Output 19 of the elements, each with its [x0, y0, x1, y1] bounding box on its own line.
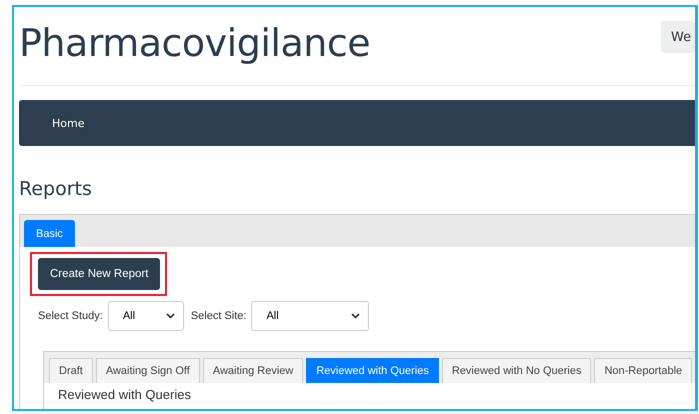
- panel-tab[interactable]: Basic: [24, 220, 75, 247]
- app-title: Pharmacovigilance: [19, 21, 370, 65]
- status-tab[interactable]: Non-Reportable: [594, 358, 692, 383]
- status-tab[interactable]: Draft: [49, 358, 93, 383]
- create-report-button[interactable]: Create New Report: [38, 258, 160, 290]
- page-title: Reports: [19, 178, 93, 200]
- nav-link[interactable]: Home: [52, 116, 84, 130]
- chevron-down-icon: [166, 313, 175, 319]
- filter-dropdown[interactable]: All: [108, 301, 184, 331]
- status-tab[interactable]: Awaiting Review: [202, 358, 304, 383]
- filter-dropdown[interactable]: All: [251, 301, 370, 331]
- filter-label: Select Study:: [38, 310, 103, 322]
- status-tab[interactable]: Awaiting Sign Off: [96, 358, 200, 383]
- status-tab[interactable]: Reviewed with Queries: [306, 358, 439, 383]
- user-button[interactable]: We: [661, 21, 695, 53]
- filter-label: Select Site:: [190, 310, 246, 322]
- status-tab[interactable]: Reviewed with No Queries: [442, 358, 592, 383]
- section-title: Reviewed with Queries: [58, 387, 192, 402]
- chevron-down-icon: [351, 313, 360, 319]
